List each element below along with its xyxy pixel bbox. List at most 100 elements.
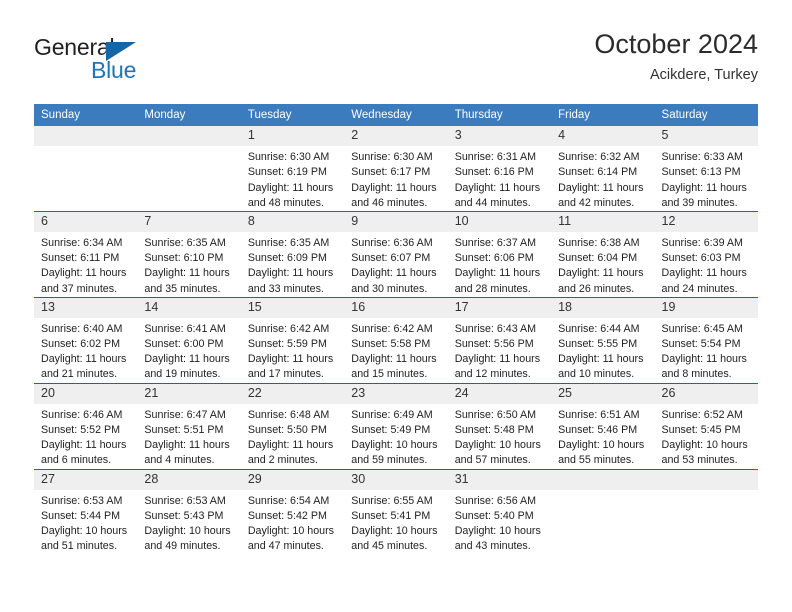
calendar-day-cell[interactable]: 30 Sunrise: 6:55 AM Sunset: 5:41 PM Dayligh… bbox=[344, 468, 448, 555]
daylight-text: Daylight: 11 hours and 2 minutes. bbox=[247, 439, 334, 467]
calendar-day-cell[interactable]: 14 Sunrise: 6:41 AM Sunset: 6:00 PM Dayligh… bbox=[137, 296, 241, 384]
day-details: Sunrise: 6:53 AM Sunset: 5:44 PM Daylight:… bbox=[34, 490, 137, 555]
daylight-text: Daylight: 10 hours and 49 minutes. bbox=[144, 525, 231, 553]
calendar-day-cell[interactable]: 17 Sunrise: 6:43 AM Sunset: 5:56 PM Dayligh… bbox=[447, 296, 552, 384]
calendar-header-row: Sunday Monday Tuesday Wednesday Thursday… bbox=[34, 104, 758, 126]
calendar-day-cell[interactable]: 19 Sunrise: 6:45 AM Sunset: 5:54 PM Dayligh… bbox=[654, 296, 758, 384]
day-details: Sunrise: 6:34 AM Sunset: 6:11 PM Daylight:… bbox=[34, 232, 137, 297]
sunset-text: Sunset: 5:41 PM bbox=[351, 509, 431, 522]
calendar-day-cell[interactable]: 28 Sunrise: 6:53 AM Sunset: 5:43 PM Dayligh… bbox=[137, 468, 241, 555]
daylight-text: Daylight: 11 hours and 39 minutes. bbox=[661, 181, 747, 209]
day-details: Sunrise: 6:50 AM Sunset: 5:48 PM Daylight:… bbox=[448, 404, 551, 469]
day-details: Sunrise: 6:42 AM Sunset: 5:58 PM Daylight:… bbox=[344, 318, 447, 383]
calendar-day-cell[interactable]: 25 Sunrise: 6:51 AM Sunset: 5:46 PM Dayligh… bbox=[551, 382, 655, 469]
day-details: Sunrise: 6:42 AM Sunset: 5:59 PM Daylight:… bbox=[241, 318, 344, 383]
sunrise-text: Sunrise: 6:42 AM bbox=[247, 322, 330, 335]
sunrise-text: Sunrise: 6:41 AM bbox=[144, 322, 226, 335]
sunrise-text: Sunrise: 6:33 AM bbox=[661, 151, 743, 164]
calendar-day-cell[interactable]: 6 Sunrise: 6:34 AM Sunset: 6:11 PM Daylight… bbox=[34, 210, 138, 298]
calendar-day-cell[interactable]: 26 Sunrise: 6:52 AM Sunset: 5:45 PM Dayligh… bbox=[654, 382, 758, 469]
general-blue-logo[interactable]: General Blue bbox=[34, 34, 214, 90]
calendar-day-cell[interactable]: 24 Sunrise: 6:50 AM Sunset: 5:48 PM Dayligh… bbox=[447, 382, 552, 469]
daylight-text: Daylight: 11 hours and 4 minutes. bbox=[144, 439, 230, 467]
masthead: General Blue October 2024 Acikdere, Turk… bbox=[34, 30, 758, 96]
weekday-header-thursday: Thursday bbox=[447, 104, 552, 126]
calendar-day-cell[interactable]: 8 Sunrise: 6:35 AM Sunset: 6:09 PM Daylight… bbox=[240, 210, 345, 298]
sunrise-text: Sunrise: 6:56 AM bbox=[454, 494, 537, 507]
day-details: Sunrise: 6:56 AM Sunset: 5:40 PM Daylight:… bbox=[448, 490, 551, 555]
calendar-day-cell[interactable]: 16 Sunrise: 6:42 AM Sunset: 5:58 PM Dayligh… bbox=[344, 296, 448, 384]
sunrise-text: Sunrise: 6:36 AM bbox=[351, 237, 433, 249]
calendar-day-cell[interactable]: 20 Sunrise: 6:46 AM Sunset: 5:52 PM Dayligh… bbox=[34, 382, 138, 469]
day-number: 24 bbox=[447, 383, 552, 404]
sunrise-text: Sunrise: 6:50 AM bbox=[454, 408, 537, 421]
daylight-text: Daylight: 10 hours and 43 minutes. bbox=[454, 525, 541, 553]
sunrise-text: Sunrise: 6:55 AM bbox=[351, 494, 433, 507]
daylight-text: Daylight: 11 hours and 35 minutes. bbox=[144, 267, 230, 295]
daylight-text: Daylight: 11 hours and 6 minutes. bbox=[41, 439, 127, 467]
weekday-header-saturday: Saturday bbox=[654, 104, 758, 126]
day-number: 20 bbox=[34, 383, 138, 404]
calendar-day-cell[interactable]: 12 Sunrise: 6:39 AM Sunset: 6:03 PM Dayligh… bbox=[654, 210, 758, 298]
calendar-day-cell[interactable]: 10 Sunrise: 6:37 AM Sunset: 6:06 PM Dayligh… bbox=[447, 210, 552, 298]
calendar-day-cell[interactable]: 5 Sunrise: 6:33 AM Sunset: 6:13 PM Daylight… bbox=[654, 126, 758, 211]
day-details: Sunrise: 6:54 AM Sunset: 5:42 PM Daylight:… bbox=[241, 490, 344, 555]
sunset-text: Sunset: 6:11 PM bbox=[41, 252, 120, 265]
calendar-day-cell[interactable]: 18 Sunrise: 6:44 AM Sunset: 5:55 PM Dayligh… bbox=[551, 296, 655, 384]
title-block: October 2024 Acikdere, Turkey bbox=[594, 29, 758, 84]
daylight-text: Daylight: 10 hours and 53 minutes. bbox=[661, 439, 748, 467]
day-number: 27 bbox=[34, 469, 138, 490]
sunrise-text: Sunrise: 6:44 AM bbox=[558, 322, 640, 335]
day-details: Sunrise: 6:55 AM Sunset: 5:41 PM Daylight:… bbox=[344, 490, 447, 555]
calendar-day-cell[interactable]: 3 Sunrise: 6:31 AM Sunset: 6:16 PM Daylight… bbox=[447, 126, 552, 211]
sunrise-text: Sunrise: 6:52 AM bbox=[661, 408, 743, 421]
sunrise-text: Sunrise: 6:35 AM bbox=[144, 237, 226, 249]
calendar-day-cell[interactable]: 21 Sunrise: 6:47 AM Sunset: 5:51 PM Dayligh… bbox=[137, 382, 241, 469]
day-details: Sunrise: 6:51 AM Sunset: 5:46 PM Daylight:… bbox=[551, 404, 654, 469]
sunrise-text: Sunrise: 6:46 AM bbox=[41, 408, 123, 421]
sunrise-text: Sunrise: 6:53 AM bbox=[41, 494, 123, 507]
calendar-day-cell[interactable]: 7 Sunrise: 6:35 AM Sunset: 6:10 PM Daylight… bbox=[137, 210, 241, 298]
calendar-day-cell[interactable]: 23 Sunrise: 6:49 AM Sunset: 5:49 PM Dayligh… bbox=[344, 382, 448, 469]
sunset-text: Sunset: 5:50 PM bbox=[247, 423, 327, 436]
weekday-header-wednesday: Wednesday bbox=[344, 104, 448, 126]
sunset-text: Sunset: 6:07 PM bbox=[351, 252, 431, 265]
day-details: Sunrise: 6:33 AM Sunset: 6:13 PM Daylight:… bbox=[655, 146, 758, 211]
daylight-text: Daylight: 11 hours and 24 minutes. bbox=[661, 267, 747, 295]
day-details: Sunrise: 6:30 AM Sunset: 6:17 PM Daylight:… bbox=[344, 146, 447, 211]
daylight-text: Daylight: 10 hours and 47 minutes. bbox=[247, 525, 334, 553]
daylight-text: Daylight: 11 hours and 8 minutes. bbox=[661, 353, 747, 381]
sunrise-text: Sunrise: 6:47 AM bbox=[144, 408, 226, 421]
day-details: Sunrise: 6:32 AM Sunset: 6:14 PM Daylight:… bbox=[551, 146, 654, 211]
sunrise-text: Sunrise: 6:51 AM bbox=[558, 408, 640, 421]
day-number bbox=[654, 469, 758, 490]
page-title: October 2024 bbox=[594, 29, 758, 59]
calendar-day-cell[interactable]: 4 Sunrise: 6:32 AM Sunset: 6:14 PM Daylight… bbox=[551, 126, 655, 211]
sunrise-text: Sunrise: 6:42 AM bbox=[351, 322, 433, 335]
calendar-table: Sunday Monday Tuesday Wednesday Thursday… bbox=[34, 104, 758, 555]
calendar-day-cell[interactable]: 9 Sunrise: 6:36 AM Sunset: 6:07 PM Daylight… bbox=[344, 210, 448, 298]
daylight-text: Daylight: 10 hours and 59 minutes. bbox=[351, 439, 438, 467]
calendar-day-cell[interactable]: 29 Sunrise: 6:54 AM Sunset: 5:42 PM Dayligh… bbox=[240, 468, 345, 555]
calendar-day-cell[interactable]: 22 Sunrise: 6:48 AM Sunset: 5:50 PM Dayligh… bbox=[240, 382, 345, 469]
calendar-day-cell[interactable]: 31 Sunrise: 6:56 AM Sunset: 5:40 PM Dayligh… bbox=[447, 468, 552, 555]
calendar-day-cell[interactable]: 1 Sunrise: 6:30 AM Sunset: 6:19 PM Daylight… bbox=[240, 126, 345, 211]
sunset-text: Sunset: 6:10 PM bbox=[144, 252, 224, 265]
calendar-day-cell[interactable]: 27 Sunrise: 6:53 AM Sunset: 5:44 PM Dayligh… bbox=[34, 468, 138, 555]
sunrise-text: Sunrise: 6:49 AM bbox=[351, 408, 433, 421]
calendar-body: 1 Sunrise: 6:30 AM Sunset: 6:19 PM Daylight… bbox=[34, 126, 758, 555]
day-number: 30 bbox=[344, 469, 448, 490]
day-number bbox=[34, 126, 138, 147]
calendar-day-cell[interactable]: 15 Sunrise: 6:42 AM Sunset: 5:59 PM Dayligh… bbox=[240, 296, 345, 384]
calendar-day-cell[interactable]: 2 Sunrise: 6:30 AM Sunset: 6:17 PM Daylight… bbox=[344, 126, 448, 211]
daylight-text: Daylight: 11 hours and 10 minutes. bbox=[558, 353, 644, 381]
calendar-day-cell[interactable]: 11 Sunrise: 6:38 AM Sunset: 6:04 PM Dayligh… bbox=[551, 210, 655, 298]
sunrise-text: Sunrise: 6:39 AM bbox=[661, 237, 743, 249]
calendar-page: General Blue October 2024 Acikdere, Turk… bbox=[0, 0, 792, 612]
day-number: 22 bbox=[240, 383, 345, 404]
calendar-day-cell[interactable]: 13 Sunrise: 6:40 AM Sunset: 6:02 PM Dayligh… bbox=[34, 296, 138, 384]
weekday-header-tuesday: Tuesday bbox=[240, 104, 345, 126]
daylight-text: Daylight: 11 hours and 26 minutes. bbox=[558, 267, 644, 295]
day-number: 17 bbox=[447, 297, 552, 318]
sunset-text: Sunset: 5:54 PM bbox=[661, 338, 741, 351]
